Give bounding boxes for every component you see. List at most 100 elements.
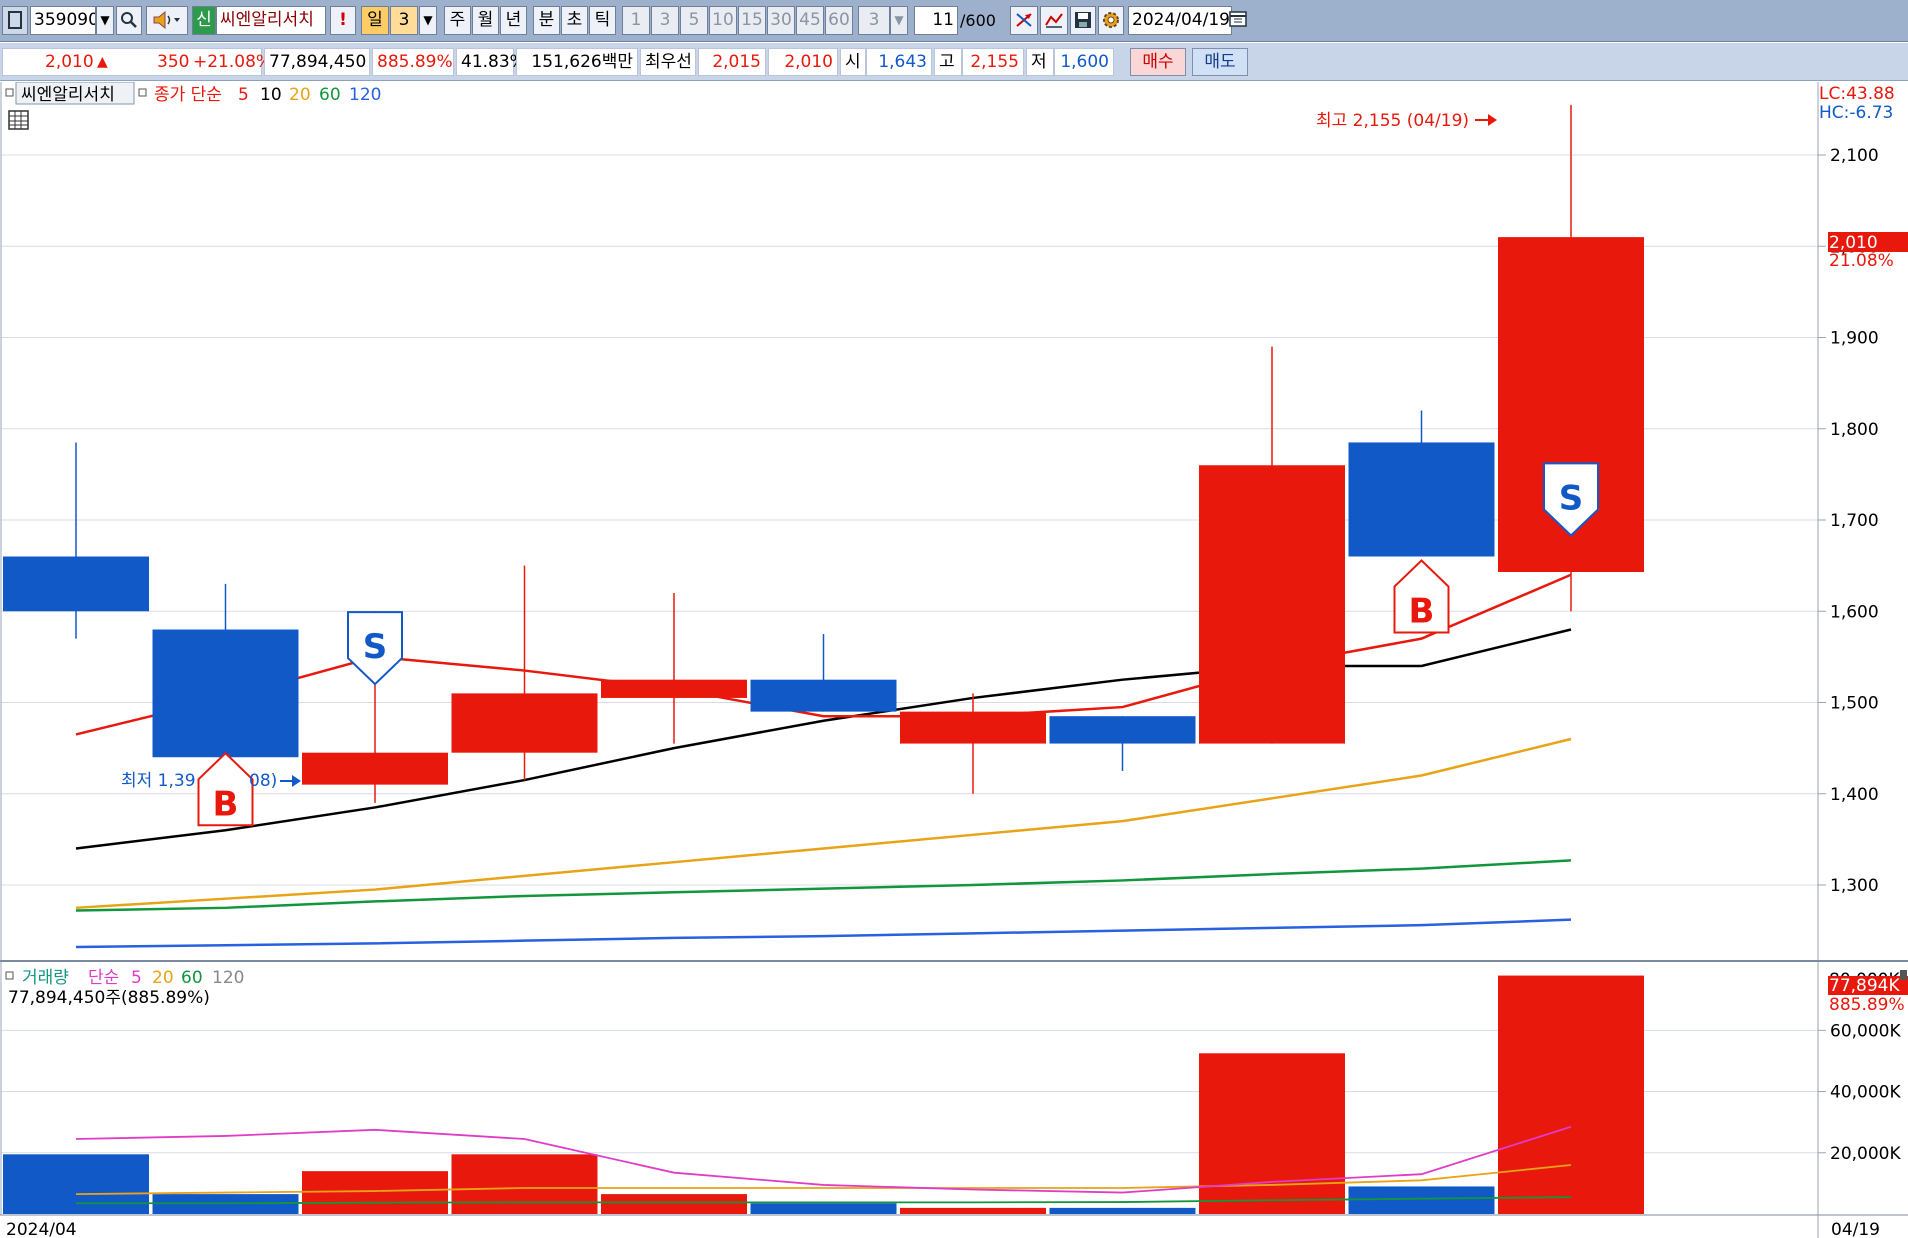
volume-cell: 77,894,450	[264, 48, 370, 76]
volume-pct-cell: 885.89%	[372, 48, 454, 76]
date-input[interactable]: 2024/04/19	[1128, 6, 1232, 35]
candle-body	[3, 556, 149, 612]
low-annotation: 최저 1,39	[121, 771, 196, 791]
up-arrow-icon: ▲	[97, 54, 108, 70]
data-table-icon[interactable]	[8, 110, 29, 130]
lc-label: LC:43.88	[1819, 84, 1895, 104]
current-pct-marker-text: 21.08%	[1829, 251, 1894, 271]
x-axis-start-label: 2024/04	[6, 1220, 77, 1238]
price-tick-label: 1,900	[1830, 329, 1879, 349]
candle-body	[451, 693, 598, 753]
volume-tick-label: 60,000K	[1830, 1021, 1901, 1041]
sell-button[interactable]: 매도	[1192, 48, 1248, 76]
code-type-icon	[8, 11, 22, 29]
buy-signal-label: B	[213, 784, 239, 824]
buy-signal-label: B	[1409, 592, 1435, 632]
trade-amount-cell: 151,626백만	[516, 48, 638, 76]
candle-body	[601, 679, 747, 698]
ma-legend-toggle[interactable]	[138, 88, 147, 97]
high-annotation: 최고 2,155 (04/19)	[1316, 111, 1469, 131]
volume-bar	[451, 1154, 598, 1214]
ma-legend-5: 5	[238, 85, 249, 105]
settings-icon[interactable]	[1098, 6, 1124, 35]
price-tick-label: 1,700	[1830, 511, 1879, 531]
volume-legend-name: 거래량	[22, 968, 69, 988]
speaker-icon[interactable]	[146, 6, 188, 35]
price-change-pct: +21.08%	[193, 52, 273, 72]
candle-body	[1348, 442, 1495, 557]
price-tick-label: 1,500	[1830, 694, 1879, 714]
volume-legend-60: 60	[181, 968, 203, 988]
calendar-icon[interactable]	[1226, 6, 1250, 35]
buy-button[interactable]: 매수	[1130, 48, 1186, 76]
current-price: 2,010	[45, 52, 94, 72]
volume-legend-120: 120	[212, 968, 244, 988]
ma-legend-10: 10	[260, 85, 282, 105]
price-tick-label: 1,800	[1830, 420, 1879, 440]
interval-button-5[interactable]: 5	[680, 6, 708, 35]
period-month-button[interactable]: 월	[472, 6, 499, 35]
interval-dropdown-button[interactable]: ▼	[890, 6, 908, 35]
alert-button[interactable]: !	[330, 6, 356, 35]
candle-body	[900, 711, 1046, 744]
volume-legend-toggle[interactable]	[5, 971, 14, 980]
interval-button-3[interactable]: 3	[651, 6, 679, 35]
stock-name[interactable]: 씨엔알리서치	[216, 6, 326, 35]
new-listing-badge[interactable]: 신	[192, 6, 216, 35]
interval-button-10[interactable]: 10	[709, 6, 737, 35]
price-tick-label: 1,600	[1830, 602, 1879, 622]
period-tick-button[interactable]: 틱	[589, 6, 616, 35]
sell-signal-label: S	[1559, 478, 1584, 518]
volume-bar	[1348, 1186, 1495, 1214]
panel-resize-handle[interactable]	[1900, 970, 1907, 980]
period-day-button[interactable]: 일	[361, 6, 389, 35]
stock-code-input[interactable]: 359090	[30, 6, 96, 35]
interval-custom-input[interactable]: 3	[858, 6, 890, 35]
volume-legend-type: 단순	[88, 968, 119, 988]
candle-body	[750, 679, 897, 712]
search-icon[interactable]	[116, 6, 142, 35]
save-icon[interactable]	[1070, 6, 1096, 35]
code-type-button[interactable]	[2, 6, 28, 35]
period-year-button[interactable]: 년	[500, 6, 527, 35]
price-legend-name: 씨엔알리서치	[21, 85, 115, 105]
turnover-cell: 41.83%	[456, 48, 526, 76]
period-week-button[interactable]: 주	[444, 6, 471, 35]
code-dropdown-button[interactable]: ▼	[96, 6, 114, 35]
volume-bar	[3, 1154, 149, 1214]
period-dropdown-button[interactable]: ▼	[419, 6, 437, 35]
data-count-total: /600	[960, 11, 996, 30]
volume-bar	[1049, 1207, 1196, 1214]
price-change: 350	[157, 52, 190, 72]
low-label: 저	[1026, 48, 1054, 76]
interval-button-15[interactable]: 15	[738, 6, 766, 35]
period-count-input[interactable]: 3	[390, 6, 418, 35]
interval-button-45[interactable]: 45	[796, 6, 824, 35]
interval-button-30[interactable]: 30	[767, 6, 795, 35]
ma-legend-60: 60	[319, 85, 341, 105]
stock-chart[interactable]: BSBS 2,1002,0001,9001,8001,7001,6001,500…	[0, 82, 1908, 1238]
tool-arrows-icon[interactable]	[1010, 6, 1038, 35]
chart-tool-icon[interactable]	[1040, 6, 1068, 35]
volume-legend-5: 5	[131, 968, 142, 988]
open-price: 1,643	[866, 48, 932, 76]
price-legend-toggle[interactable]	[5, 88, 14, 97]
ma-legend-type: 종가 단순	[154, 85, 222, 105]
period-second-button[interactable]: 초	[561, 6, 588, 35]
volume-bar	[1498, 975, 1644, 1214]
data-count-input[interactable]: 11	[914, 6, 958, 35]
volume-current-pct: 885.89%	[1829, 995, 1905, 1015]
volume-bar	[750, 1203, 897, 1214]
volume-bar	[601, 1194, 747, 1214]
low-annotation-tail: 08)	[249, 771, 277, 791]
period-minute-button[interactable]: 분	[533, 6, 560, 35]
volume-tick-label: 40,000K	[1830, 1083, 1901, 1103]
volume-tick-label: 20,000K	[1830, 1144, 1901, 1164]
price-tick-label: 1,400	[1830, 785, 1879, 805]
interval-button-60[interactable]: 60	[825, 6, 853, 35]
ask-price: 2,015	[698, 48, 766, 76]
interval-button-1[interactable]: 1	[622, 6, 650, 35]
candle-body	[302, 752, 448, 785]
candle-body	[152, 629, 299, 758]
sell-signal-label: S	[363, 627, 388, 667]
